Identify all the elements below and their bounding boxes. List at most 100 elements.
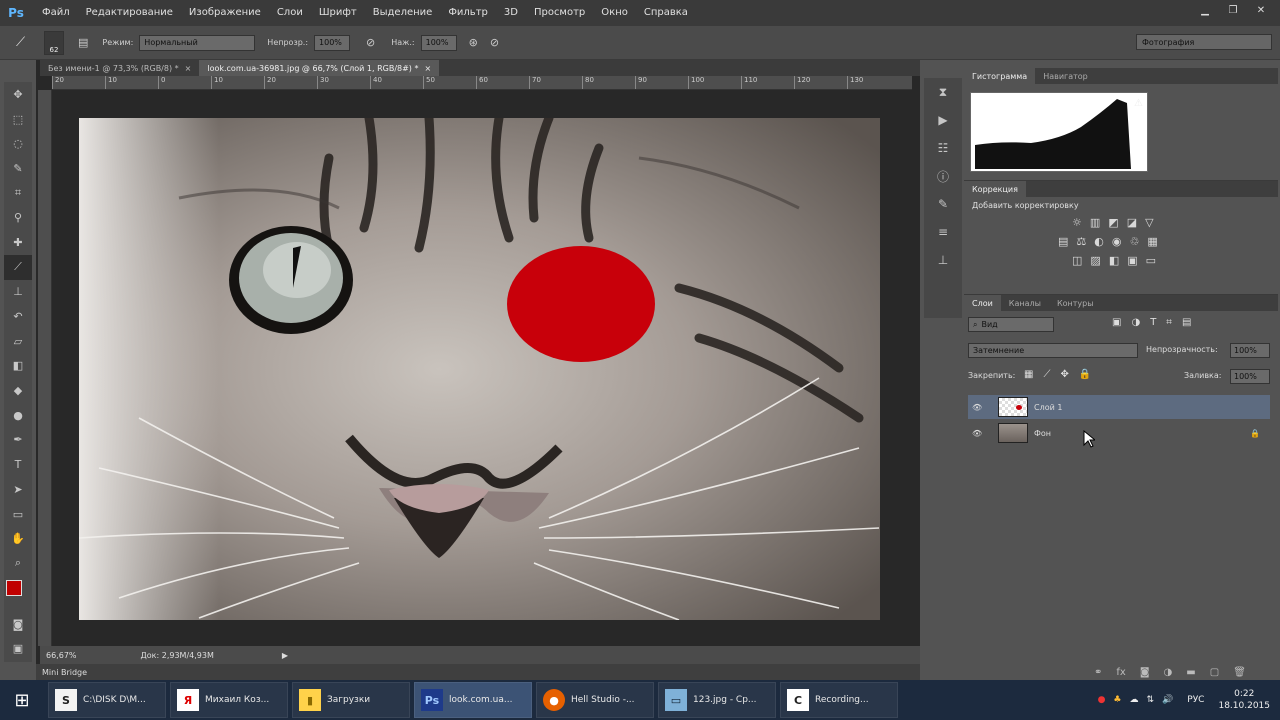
brush-presets-icon[interactable]: ✎ (924, 190, 962, 218)
link-layers-icon[interactable]: ⚭ (1094, 667, 1102, 678)
filter-pixel-icon[interactable]: ▣ (1112, 317, 1121, 328)
shape-tool-icon[interactable]: ▭ (4, 502, 32, 527)
restore-icon[interactable]: ❐ (1220, 2, 1246, 18)
new-adjustment-icon[interactable]: ◑ (1164, 667, 1173, 678)
info-icon[interactable]: ⓘ (924, 162, 962, 190)
menu-item-10[interactable]: Справка (636, 0, 696, 26)
marquee-tool-icon[interactable]: ⬚ (4, 107, 32, 132)
menu-item-7[interactable]: 3D (496, 0, 526, 26)
hue-sat-icon[interactable]: ▤ (1058, 235, 1068, 248)
layer-row[interactable]: 👁 Слой 1 (968, 395, 1270, 419)
vibrance-icon[interactable]: ▽ (1145, 216, 1153, 229)
menu-item-9[interactable]: Окно (593, 0, 636, 26)
healing-brush-icon[interactable]: ✚ (4, 230, 32, 255)
blend-mode-select[interactable]: Затемнение (968, 343, 1138, 358)
dodge-icon[interactable]: ● (4, 403, 32, 428)
color-lookup-icon[interactable]: ▦ (1147, 235, 1157, 248)
vertical-ruler[interactable] (38, 90, 52, 646)
histogram-tab-0[interactable]: Гистограмма (964, 68, 1036, 84)
taskbar-button[interactable]: ● Hell Studio -... (536, 682, 654, 718)
screen-mode-icon[interactable]: ▣ (4, 636, 32, 661)
layer-opacity-input[interactable]: 100% (1230, 343, 1270, 358)
zoom-level[interactable]: 66,67% (46, 651, 77, 660)
actions-play-icon[interactable]: ▶ (924, 106, 962, 134)
menu-item-6[interactable]: Фильтр (440, 0, 496, 26)
exposure-icon[interactable]: ◪ (1127, 216, 1137, 229)
clone-source-icon[interactable]: ⊥ (924, 246, 962, 274)
close-icon[interactable]: ✕ (1248, 2, 1274, 18)
brush-tool-icon[interactable]: ⟋ (4, 254, 32, 280)
brush-preset-picker[interactable]: 62 (44, 30, 64, 55)
workspace-select[interactable]: Фотография (1136, 34, 1272, 50)
clone-stamp-icon[interactable]: ⊥ (4, 280, 32, 305)
history-icon[interactable]: ⧗ (924, 78, 962, 106)
curves-icon[interactable]: ◩ (1108, 216, 1118, 229)
layer-row[interactable]: 👁 Фон 🔒 (968, 421, 1270, 445)
lasso-tool-icon[interactable]: ◌ (4, 131, 32, 156)
taskbar-button[interactable]: ▭ 123.jpg - Ср... (658, 682, 776, 718)
menu-item-2[interactable]: Изображение (181, 0, 269, 26)
brightness-icon[interactable]: ☼ (1072, 216, 1082, 229)
delete-layer-icon[interactable]: 🗑 (1233, 667, 1246, 678)
opacity-input[interactable]: 100% (314, 34, 351, 51)
lock-position-icon[interactable]: ✥ (1060, 369, 1068, 380)
tab-close-icon[interactable]: × (424, 64, 431, 73)
lock-pixels-icon[interactable]: ⟋ (1043, 369, 1050, 380)
menu-item-8[interactable]: Просмотр (526, 0, 593, 26)
threshold-icon[interactable]: ◧ (1109, 254, 1119, 267)
levels-icon[interactable]: ▥ (1090, 216, 1100, 229)
histogram-warning-icon[interactable]: ⚠ (1134, 98, 1143, 109)
hand-tool-icon[interactable]: ✋ (4, 526, 32, 551)
clock[interactable]: 0:22 18.10.2015 (1218, 688, 1270, 712)
flow-input[interactable]: 100% (420, 34, 457, 51)
layers-tab-1[interactable]: Каналы (1001, 295, 1049, 311)
document-tab[interactable]: Без имени-1 @ 73,3% (RGB/8) * × (40, 60, 199, 76)
filter-adjustment-icon[interactable]: ◑ (1131, 317, 1140, 328)
lock-transparency-icon[interactable]: ▦ (1024, 369, 1033, 380)
quick-mask-icon[interactable]: ◙ (4, 612, 32, 637)
menu-item-4[interactable]: Шрифт (311, 0, 365, 26)
pen-tool-icon[interactable]: ✒ (4, 428, 32, 453)
histogram-tab-1[interactable]: Навигатор (1035, 68, 1096, 84)
layer-filter-select[interactable]: ⌕ Вид (968, 317, 1054, 332)
foreground-color[interactable] (6, 579, 22, 596)
blur-icon[interactable]: ◆ (4, 378, 32, 403)
canvas-image[interactable] (79, 118, 880, 620)
lock-all-icon[interactable]: 🔒 (1079, 369, 1091, 380)
type-tool-icon[interactable]: T (4, 452, 32, 477)
new-group-icon[interactable]: ▬ (1186, 667, 1195, 678)
tray-app-icon[interactable]: ♣ (1113, 695, 1121, 705)
layer-name[interactable]: Слой 1 (1034, 403, 1062, 412)
visibility-eye-icon[interactable]: 👁 (972, 429, 986, 438)
cloud-icon[interactable]: ☁ (1130, 695, 1139, 705)
fill-input[interactable]: 100% (1230, 369, 1270, 384)
quick-selection-icon[interactable]: ✎ (4, 156, 32, 181)
brush-panel-icon[interactable]: ≡ (924, 218, 962, 246)
photo-filter-icon[interactable]: ◉ (1112, 235, 1122, 248)
posterize-icon[interactable]: ▨ (1090, 254, 1100, 267)
status-menu-arrow-icon[interactable]: ▶ (282, 651, 288, 660)
document-tab[interactable]: look.com.ua-36981.jpg @ 66,7% (Слой 1, R… (199, 60, 440, 76)
gradient-map-icon[interactable]: ▭ (1146, 254, 1156, 267)
volume-icon[interactable]: 🔊 (1162, 695, 1173, 705)
start-button[interactable]: ⊞ (0, 680, 44, 720)
move-tool-icon[interactable]: ✥ (4, 82, 32, 107)
new-layer-icon[interactable]: ▢ (1210, 667, 1219, 678)
brush-panel-icon[interactable]: ▤ (78, 36, 88, 49)
tab-close-icon[interactable]: × (185, 64, 192, 73)
airbrush-icon[interactable]: ⊛ (469, 36, 478, 49)
record-icon[interactable]: ● (1098, 695, 1106, 705)
crop-tool-icon[interactable]: ⌗ (4, 181, 32, 206)
tab-adjustments[interactable]: Коррекция (964, 181, 1026, 197)
zoom-tool-icon[interactable]: ⌕ (4, 551, 32, 576)
visibility-eye-icon[interactable]: 👁 (972, 403, 986, 412)
filter-smart-icon[interactable]: ▤ (1182, 317, 1191, 328)
language-indicator[interactable]: РУС (1187, 695, 1204, 705)
mini-bridge-tab[interactable]: Mini Bridge (36, 664, 920, 680)
taskbar-button[interactable]: Я Михаил Коз... (170, 682, 288, 718)
menu-item-5[interactable]: Выделение (365, 0, 441, 26)
mode-select[interactable]: Нормальный (139, 34, 256, 51)
minimize-icon[interactable]: ▁ (1192, 2, 1218, 18)
pressure-opacity-icon[interactable]: ⊘ (366, 36, 375, 49)
black-white-icon[interactable]: ◐ (1094, 235, 1104, 248)
